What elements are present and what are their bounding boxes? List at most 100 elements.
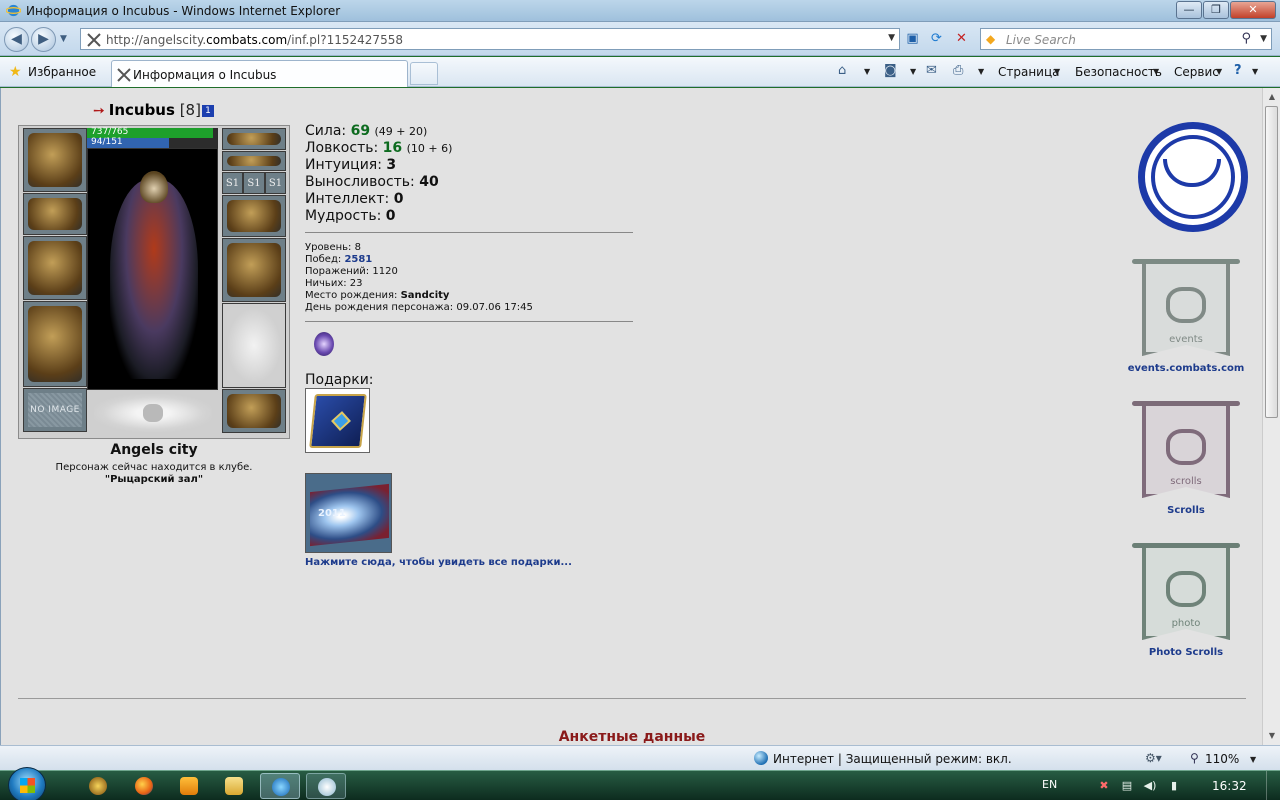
character-header: ➙ Incubus [8] 1 (93, 101, 214, 119)
device-icon[interactable]: ▮ (1167, 780, 1181, 792)
start-button[interactable] (8, 767, 46, 800)
network-warning-icon[interactable]: ✖ (1097, 780, 1111, 792)
taskbar-media-player[interactable] (169, 773, 209, 799)
slot-leggings[interactable] (222, 303, 286, 388)
tab-info-incubus[interactable]: Информация о Incubus (111, 60, 408, 87)
help-dropdown[interactable]: ▼ (1252, 67, 1258, 76)
slot-amulet[interactable] (222, 151, 286, 171)
volume-icon[interactable]: ◀) (1143, 780, 1157, 792)
divider (305, 232, 633, 233)
character-avatar[interactable] (87, 148, 218, 390)
taskbar-explorer[interactable] (214, 773, 254, 799)
alignment-icon[interactable] (314, 332, 334, 356)
tools-menu[interactable]: Сервис (1174, 65, 1219, 79)
clan-logo[interactable] (1138, 122, 1248, 232)
slot-weapon[interactable] (23, 236, 87, 300)
zoom-level[interactable]: 110% (1205, 752, 1239, 766)
slot-earrings[interactable] (222, 128, 286, 150)
info-birthplace: Место рождения: Sandcity (305, 290, 450, 301)
page-menu[interactable]: Страница (998, 65, 1060, 79)
network-icon[interactable]: ▤ (1120, 780, 1134, 792)
info-badge[interactable]: 1 (201, 105, 214, 117)
taskbar-wow[interactable] (78, 773, 118, 799)
taskbar-internet-explorer[interactable] (260, 773, 300, 799)
stat-endurance: Выносливость: 40 (305, 174, 439, 190)
slot-belt[interactable]: NO IMAGE (23, 388, 87, 432)
favorites-button[interactable]: Избранное (28, 65, 96, 79)
weapon-icon (28, 241, 82, 295)
scroll-down-icon[interactable]: ▼ (1264, 728, 1280, 744)
scroll-thumb[interactable] (1265, 106, 1278, 418)
address-dropdown[interactable]: ▼ (888, 33, 895, 43)
safety-menu-dropdown[interactable]: ▼ (1153, 67, 1159, 76)
photo-scrolls-banner[interactable]: photo (1132, 543, 1240, 643)
events-banner[interactable]: events (1132, 259, 1240, 359)
slot-boots[interactable] (222, 389, 286, 433)
search-input[interactable]: ◆ Live Search ⚲ ▼ (980, 28, 1272, 50)
page-menu-dropdown[interactable]: ▼ (1054, 67, 1060, 76)
slot-ring-2[interactable]: S1 (243, 172, 265, 194)
slot-armor[interactable] (23, 301, 87, 387)
slot-ring-1[interactable]: S1 (222, 172, 243, 194)
gift-book[interactable] (305, 388, 370, 453)
slot-helmet[interactable] (23, 128, 87, 192)
app-icon (318, 778, 336, 796)
slot-shield[interactable] (222, 238, 286, 302)
minimize-button[interactable]: — (1176, 1, 1202, 19)
info-draws: Ничьих: 23 (305, 278, 363, 289)
vertical-scrollbar[interactable]: ▲ ▼ (1262, 88, 1280, 745)
compatibility-view-icon[interactable]: ▣ (902, 29, 923, 50)
forward-button[interactable]: ▶ (31, 27, 56, 52)
slot-bracers[interactable] (23, 193, 87, 235)
internet-explorer-icon (272, 778, 290, 796)
feeds-dropdown[interactable]: ▼ (910, 67, 916, 76)
all-gifts-link[interactable]: Нажмите сюда, чтобы увидеть все подарки.… (305, 557, 572, 568)
events-link[interactable]: events.combats.com (1101, 363, 1262, 374)
wins-link[interactable]: 2581 (344, 254, 372, 265)
help-icon[interactable]: ? (1234, 63, 1242, 78)
avatar-head (140, 171, 168, 203)
show-desktop-button[interactable] (1266, 771, 1280, 800)
security-zone-text[interactable]: Интернет | Защищенный режим: вкл. (773, 752, 1012, 766)
tools-menu-dropdown[interactable]: ▼ (1216, 67, 1222, 76)
taskbar-firefox[interactable] (124, 773, 164, 799)
arrow-right-icon[interactable]: ➙ (93, 103, 105, 119)
photo-scrolls-link[interactable]: Photo Scrolls (1101, 647, 1262, 658)
printer-icon[interactable]: ⎙ (953, 63, 963, 78)
new-tab-button[interactable] (410, 62, 438, 85)
leggings-placeholder-icon (227, 308, 281, 383)
safety-menu[interactable]: Безопасность (1075, 65, 1162, 79)
protected-mode-icon[interactable]: ⚙▾ (1145, 751, 1162, 765)
scroll-up-icon[interactable]: ▲ (1264, 89, 1280, 105)
print-dropdown[interactable]: ▼ (978, 67, 984, 76)
search-options-dropdown[interactable]: ▼ (1260, 34, 1267, 44)
gift-card[interactable]: 2011 (305, 473, 392, 553)
taskbar-app[interactable] (306, 773, 346, 799)
home-dropdown[interactable]: ▼ (864, 67, 870, 76)
close-button[interactable]: ✕ (1230, 1, 1276, 19)
star-icon[interactable]: ★ (9, 64, 22, 80)
zoom-dropdown[interactable]: ▼ (1250, 755, 1256, 764)
boots-icon (227, 394, 281, 428)
slot-ring-3[interactable]: S1 (265, 172, 286, 194)
stats-block: Сила: 69 (49 + 20) Ловкость: 16 (10 + 6)… (305, 123, 452, 225)
language-indicator[interactable]: EN (1042, 778, 1057, 791)
scrolls-banner[interactable]: scrolls (1132, 401, 1240, 501)
refresh-icon[interactable]: ⟳ (926, 29, 947, 50)
home-icon[interactable]: ⌂ (838, 63, 846, 78)
mail-icon[interactable]: ✉ (926, 63, 937, 78)
recent-pages-dropdown[interactable]: ▼ (60, 34, 67, 44)
maximize-button[interactable]: ❐ (1203, 1, 1229, 19)
rss-feed-icon[interactable]: ◙ (884, 63, 897, 78)
armor-icon (28, 306, 82, 382)
scrolls-link[interactable]: Scrolls (1101, 505, 1262, 516)
back-button[interactable]: ◀ (4, 27, 29, 52)
zoom-icon[interactable]: ⚲ (1190, 751, 1199, 765)
slot-gloves[interactable] (222, 195, 286, 237)
clock[interactable]: 16:32 (1212, 779, 1247, 793)
divider (305, 321, 633, 322)
window-title-bar: Информация о Incubus - Windows Internet … (0, 0, 1280, 22)
search-icon[interactable]: ⚲ (1241, 31, 1251, 46)
address-input[interactable]: http://angelscity.combats.com/inf.pl?115… (80, 28, 900, 50)
stop-icon[interactable]: ✕ (951, 29, 972, 50)
